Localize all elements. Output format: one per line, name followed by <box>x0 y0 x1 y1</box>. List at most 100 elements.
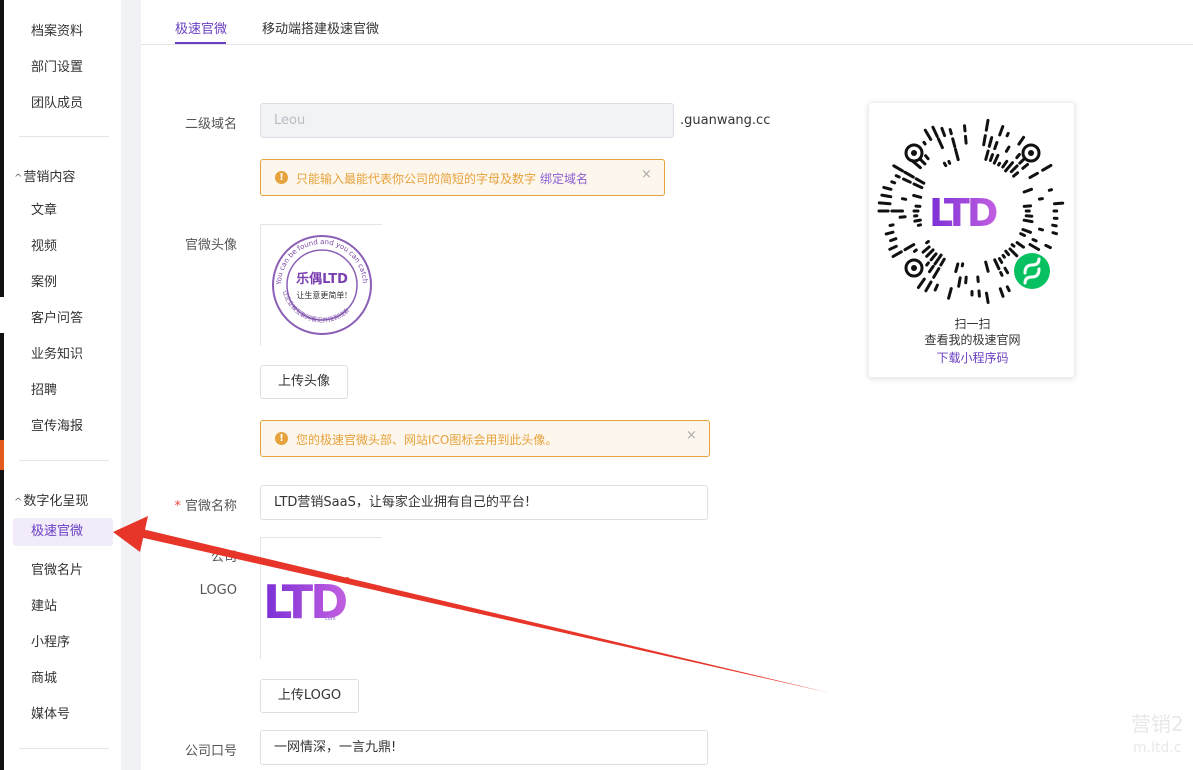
close-icon[interactable]: × <box>641 167 652 182</box>
avatar-alert: ! 您的极速官微头部、网站ICO图标会用到此头像。 × <box>260 420 710 457</box>
required-mark: * <box>174 499 181 514</box>
sidebar-group-digital[interactable]: ^数字化呈现 <box>14 490 88 509</box>
main-panel: 极速官微 移动端搭建极速官微 二级域名 Leou .guanwang.cc ! … <box>141 0 1193 770</box>
sidebar-divider <box>19 460 109 461</box>
qr-dash <box>1047 188 1053 192</box>
qr-dash <box>922 140 927 146</box>
qr-dash <box>921 245 931 254</box>
ltd-logo-image: LTD com <box>263 575 350 629</box>
sidebar-item-speed-site[interactable]: 极速官微 <box>13 518 113 546</box>
qr-dash <box>964 134 968 145</box>
seal-sub-text: 让生意更简单! <box>296 290 347 300</box>
qr-dash <box>923 128 933 141</box>
qr-dash <box>1028 171 1039 179</box>
watermark-url: m.ltd.c <box>1133 740 1182 756</box>
logo-sub-text: com <box>325 616 336 622</box>
slogan-input[interactable]: 一网情深，一言九鼎! <box>260 730 708 765</box>
tab-active-indicator <box>175 42 226 44</box>
qr-logo-text: LTD <box>929 191 997 235</box>
sidebar-group-marketing[interactable]: ^营销内容 <box>14 166 75 185</box>
miniprogram-icon <box>1014 253 1050 289</box>
upload-avatar-button[interactable]: 上传头像 <box>260 365 348 399</box>
qr-dash <box>888 244 898 251</box>
slogan-label: 公司口号 <box>184 744 237 759</box>
qr-card: LTD 扫一扫 查看我的极速官网 下载小程序码 <box>868 102 1075 378</box>
sidebar-item-team[interactable]: 团队成员 <box>31 92 83 111</box>
tab-speed-site[interactable]: 极速官微 <box>175 18 227 37</box>
qr-dash <box>954 147 960 162</box>
qr-dash <box>889 237 898 243</box>
avatar-seal-image: You can be found and you can catch more … <box>258 219 372 335</box>
sidebar-item-cards[interactable]: 官微名片 <box>31 559 83 578</box>
qr-dash <box>912 182 924 190</box>
qr-dash <box>999 271 1004 277</box>
qr-dash <box>998 257 1004 264</box>
avatar-alert-text: 您的极速官微头部、网站ICO图标会用到此头像。 <box>296 433 558 447</box>
name-input[interactable]: LTD营销SaaS，让每家企业拥有自己的平台! <box>260 485 708 520</box>
upload-logo-button[interactable]: 上传LOGO <box>260 679 359 713</box>
sidebar-item-media[interactable]: 媒体号 <box>31 703 70 722</box>
download-miniprogram-link[interactable]: 下载小程序码 <box>869 349 1076 366</box>
qr-dash <box>1021 163 1029 170</box>
qr-dash <box>916 277 926 289</box>
edge-block <box>0 0 4 297</box>
qr-view-text: 查看我的极速官网 <box>924 333 1021 347</box>
qr-dash <box>903 243 916 252</box>
qr-dash <box>998 125 1005 137</box>
tab-mobile-build[interactable]: 移动端搭建极速官微 <box>262 18 379 37</box>
qr-code-image[interactable]: LTD <box>869 103 1076 313</box>
qr-dash <box>954 262 960 273</box>
domain-input[interactable]: Leou <box>260 103 674 138</box>
qr-dash <box>880 193 893 199</box>
sidebar-item-mall[interactable]: 商城 <box>31 667 57 686</box>
sidebar-item-recruit[interactable]: 招聘 <box>31 379 57 398</box>
qr-dash <box>1005 285 1011 293</box>
qr-dash <box>1001 253 1006 259</box>
avatar-preview[interactable]: You can be found and you can catch more … <box>258 219 382 346</box>
qr-dash <box>942 161 948 168</box>
watermark-text: 营销2 <box>1131 712 1184 736</box>
content-gutter <box>121 0 141 770</box>
sidebar-item-knowledge[interactable]: 业务知识 <box>31 343 83 362</box>
qr-dash <box>1053 201 1065 206</box>
qr-dash <box>900 197 908 201</box>
sidebar-item-posters[interactable]: 宣传海报 <box>31 415 83 434</box>
sidebar-item-videos[interactable]: 视频 <box>31 235 57 254</box>
qr-dash <box>918 157 927 166</box>
qr-dash <box>1004 249 1011 257</box>
qr-dash <box>984 149 990 161</box>
logo-preview[interactable]: LTD com <box>260 537 382 659</box>
domain-alert: ! 只能输入最能代表你公司的简短的字母及数字 绑定域名 × <box>260 159 665 196</box>
qr-dash <box>1021 228 1032 234</box>
qr-dash <box>1005 131 1010 138</box>
sidebar-item-faq[interactable]: 客户问答 <box>31 307 83 326</box>
qr-dash <box>894 174 901 179</box>
qr-dash <box>1015 153 1021 160</box>
qr-dash <box>1051 223 1058 228</box>
sidebar-item-miniprogram[interactable]: 小程序 <box>31 631 70 650</box>
qr-dash <box>902 177 912 184</box>
warning-icon: ! <box>275 171 288 184</box>
sidebar-item-departments[interactable]: 部门设置 <box>31 56 83 75</box>
qr-dash <box>912 193 923 199</box>
edge-block <box>0 333 4 770</box>
sidebar-item-articles[interactable]: 文章 <box>31 199 57 218</box>
qr-dash <box>1008 247 1019 258</box>
sidebar-item-archive[interactable]: 档案资料 <box>31 20 83 39</box>
qr-dash <box>913 218 922 223</box>
qr-scan-text: 扫一扫 <box>954 317 991 331</box>
close-icon[interactable]: × <box>686 428 697 443</box>
logo-label-line2: LOGO <box>199 583 237 598</box>
sidebar-item-cases[interactable]: 案例 <box>31 271 57 290</box>
sidebar-item-website[interactable]: 建站 <box>31 595 57 614</box>
qr-dash <box>890 180 897 185</box>
bind-domain-link[interactable]: 绑定域名 <box>540 172 588 186</box>
qr-dash <box>924 280 933 293</box>
qr-dash <box>933 253 943 266</box>
name-label: * 官微名称 <box>157 495 237 514</box>
edge-accent <box>0 440 4 470</box>
qr-dash <box>914 177 926 185</box>
qr-dash <box>1024 214 1034 218</box>
qr-dash <box>948 128 953 136</box>
sidebar: 档案资料 部门设置 团队成员 ^营销内容 文章 视频 案例 客户问答 业务知识 … <box>5 0 121 770</box>
